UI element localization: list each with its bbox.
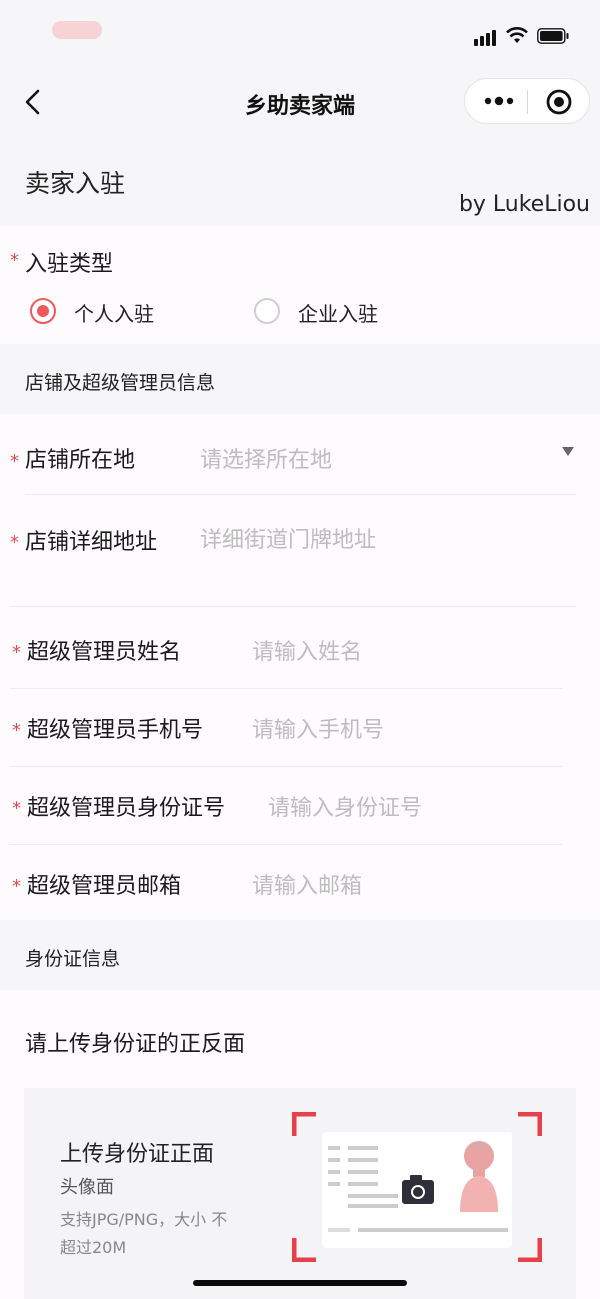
divider <box>10 606 576 607</box>
admin-email-input[interactable]: 请输入邮箱 <box>252 868 362 900</box>
radio-personal[interactable] <box>30 298 56 324</box>
recording-pill <box>52 21 102 39</box>
id-card-illustration[interactable] <box>292 1112 542 1262</box>
nav-bar: 乡助卖家端 <box>0 64 600 140</box>
radio-enterprise[interactable] <box>254 298 280 324</box>
capsule-divider <box>527 90 528 114</box>
radio-enterprise-label[interactable]: 企业入驻 <box>298 298 378 327</box>
upload-prompt: 请上传身份证的正反面 <box>25 1032 246 1057</box>
required-mark: * <box>12 642 21 663</box>
divider <box>10 688 562 689</box>
address-textarea[interactable]: 详细街道门牌地址 <box>200 522 376 554</box>
wifi-icon <box>506 27 528 43</box>
address-label: 店铺详细地址 <box>25 530 158 555</box>
shop-section-header: 店铺及超级管理员信息 <box>0 344 600 414</box>
required-mark: * <box>10 532 19 553</box>
admin-phone-input[interactable]: 请输入手机号 <box>252 712 384 744</box>
required-mark: * <box>12 876 21 897</box>
admin-id-input[interactable]: 请输入身份证号 <box>268 790 422 822</box>
target-icon[interactable] <box>545 88 573 116</box>
divider <box>10 844 562 845</box>
status-bar <box>0 0 600 64</box>
upload-front-sub: 头像面 <box>60 1177 114 1198</box>
page-header: 卖家入驻 by LukeLiou <box>0 140 600 226</box>
location-label: 店铺所在地 <box>25 448 136 473</box>
id-section-header: 身份证信息 <box>0 920 600 990</box>
settle-type-card: * 入驻类型 个人入驻 企业入驻 <box>0 226 600 344</box>
admin-name-label: 超级管理员姓名 <box>27 640 182 665</box>
battery-icon <box>537 28 569 44</box>
divider <box>10 766 562 767</box>
id-front-upload[interactable]: 上传身份证正面 头像面 支持JPG/PNG，大小 不超过20M <box>24 1088 576 1299</box>
divider <box>25 494 576 495</box>
required-mark: * <box>10 451 19 472</box>
upload-hint: 支持JPG/PNG，大小 不超过20M <box>60 1210 228 1257</box>
required-mark: * <box>12 798 21 819</box>
required-mark: * <box>10 250 19 271</box>
required-mark: * <box>12 720 21 741</box>
dropdown-arrow-icon[interactable] <box>562 447 574 456</box>
more-dots-icon[interactable] <box>483 90 515 112</box>
upload-front-title: 上传身份证正面 <box>60 1142 215 1167</box>
author-credit: by LukeLiou <box>458 192 590 217</box>
settle-type-label: 入驻类型 <box>25 252 114 277</box>
signal-icon <box>474 28 500 46</box>
admin-email-label: 超级管理员邮箱 <box>27 874 182 899</box>
page-title: 卖家入驻 <box>25 169 126 198</box>
radio-personal-label[interactable]: 个人入驻 <box>74 298 154 327</box>
shop-section-title: 店铺及超级管理员信息 <box>25 372 216 394</box>
admin-name-input[interactable]: 请输入姓名 <box>252 634 362 666</box>
admin-id-label: 超级管理员身份证号 <box>27 796 226 821</box>
mini-program-capsule <box>464 78 590 124</box>
admin-phone-label: 超级管理员手机号 <box>27 718 204 743</box>
id-section-title: 身份证信息 <box>25 948 121 970</box>
home-indicator <box>193 1280 407 1286</box>
location-picker[interactable]: 请选择所在地 <box>200 442 332 474</box>
